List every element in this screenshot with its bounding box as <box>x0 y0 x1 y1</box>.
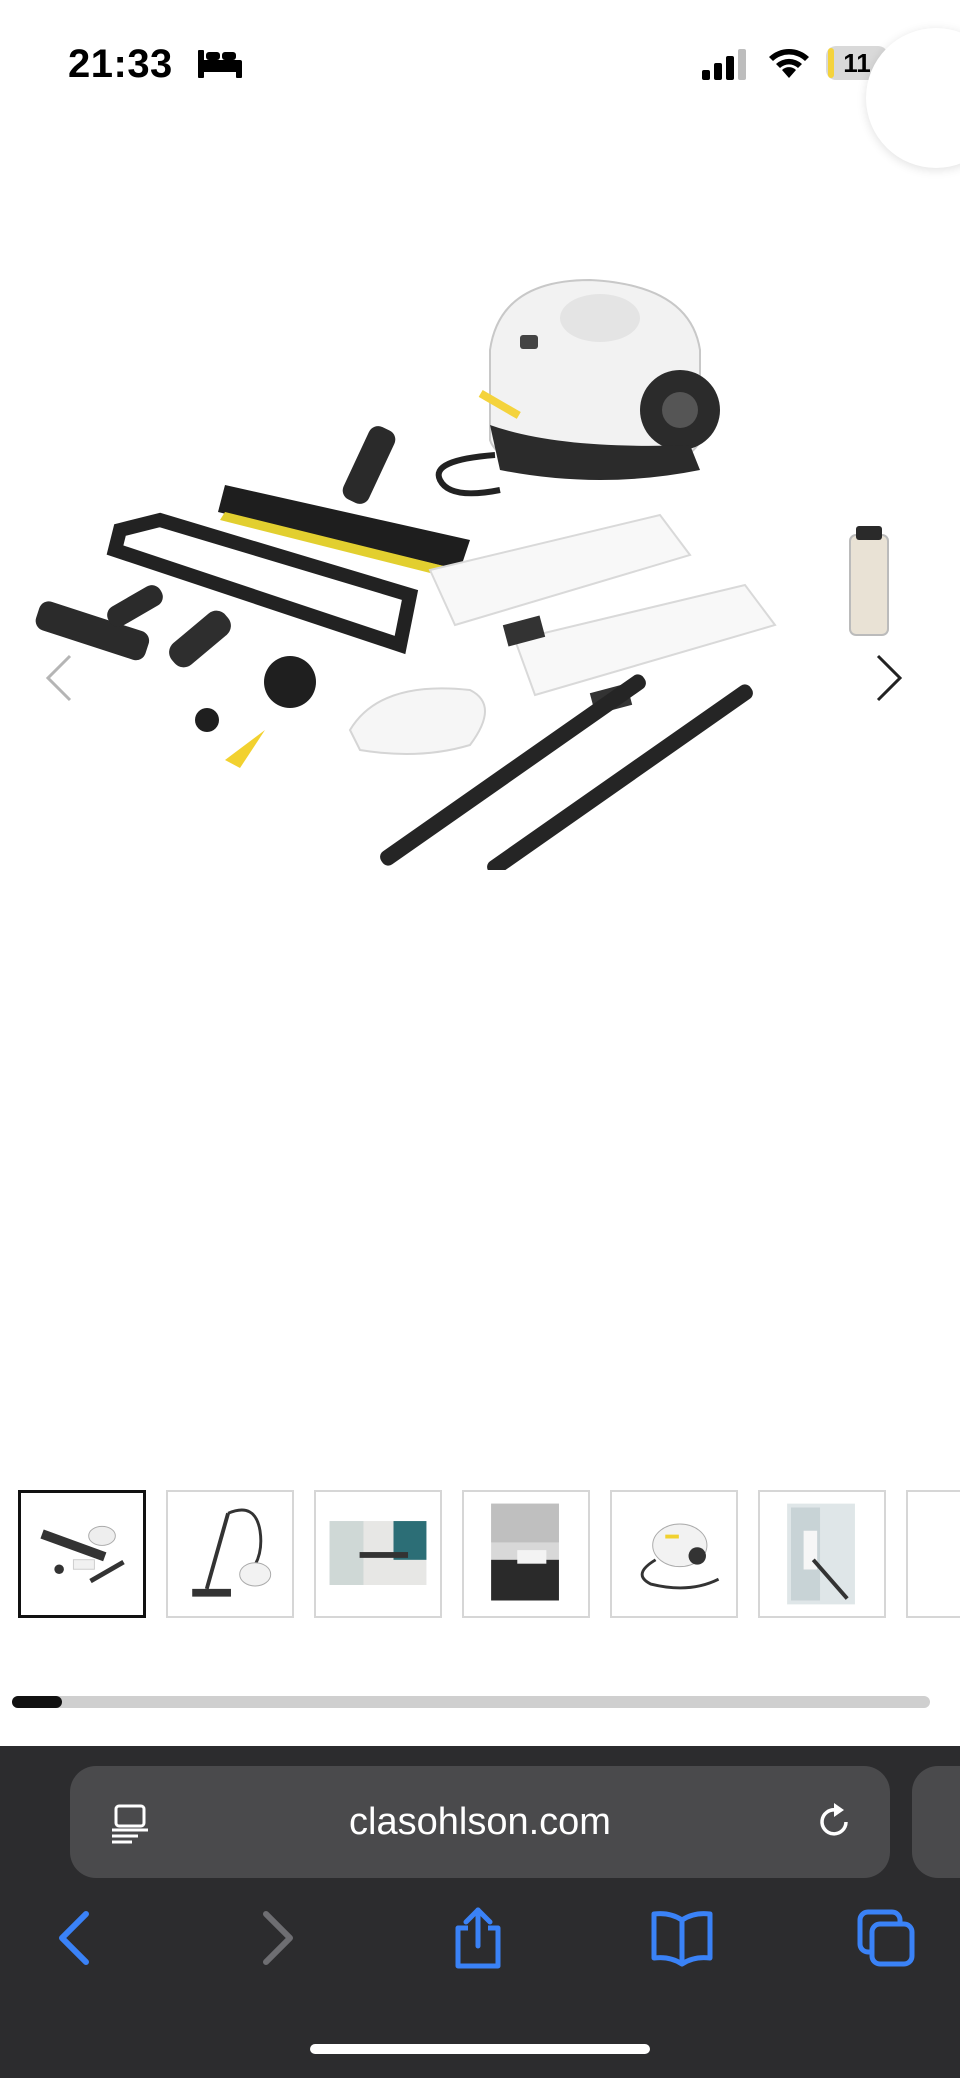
back-button[interactable] <box>52 1906 96 1970</box>
tabs-icon <box>857 1909 915 1967</box>
cellular-signal-icon <box>702 49 746 80</box>
previous-image-arrow-icon[interactable] <box>40 648 80 708</box>
home-indicator <box>310 2044 650 2054</box>
tabs-button[interactable] <box>856 1906 916 1970</box>
url-text[interactable]: clasohlson.com <box>70 1766 890 1878</box>
share-button[interactable] <box>450 1906 506 1970</box>
forward-button[interactable] <box>256 1906 300 1970</box>
thumbnail-3[interactable] <box>314 1490 442 1618</box>
status-time: 21:33 <box>68 42 173 86</box>
thumbnail-2[interactable] <box>166 1490 294 1618</box>
share-icon <box>455 1907 501 1969</box>
steam-cleaner-unit <box>435 278 720 497</box>
address-bar[interactable]: clasohlson.com <box>70 1766 890 1878</box>
chevron-left-icon <box>59 1911 89 1965</box>
scraper-tool <box>225 730 265 768</box>
next-tab-preview[interactable] <box>912 1766 960 1878</box>
book-icon <box>651 1911 713 1967</box>
chevron-right-icon <box>263 1911 293 1965</box>
hand-nozzle <box>169 610 231 668</box>
sleep-focus-icon <box>198 50 242 78</box>
gallery-scroll-thumb[interactable] <box>12 1696 63 1708</box>
thumbnail-strip[interactable] <box>18 1490 960 1622</box>
browser-toolbar: clasohlson.com <box>0 1746 960 2078</box>
wifi-icon <box>769 49 809 78</box>
thumbnail-7[interactable] <box>906 1490 960 1618</box>
round-brush-small <box>195 708 219 732</box>
round-brush-large <box>264 656 316 708</box>
status-bar: 21:33 11 <box>0 0 960 120</box>
thumbnail-6[interactable] <box>758 1490 886 1618</box>
gallery-scroll-progress[interactable] <box>12 1696 930 1708</box>
thumbnail-4[interactable] <box>462 1490 590 1618</box>
next-image-arrow-icon[interactable] <box>868 648 908 708</box>
floor-nozzle <box>218 426 470 580</box>
descaling-cartridge <box>849 526 889 636</box>
thumbnail-1[interactable] <box>18 1490 146 1618</box>
reload-icon[interactable] <box>812 1800 856 1844</box>
main-product-image[interactable] <box>0 250 960 870</box>
thumbnail-5[interactable] <box>610 1490 738 1618</box>
bookmarks-button[interactable] <box>650 1906 714 1970</box>
